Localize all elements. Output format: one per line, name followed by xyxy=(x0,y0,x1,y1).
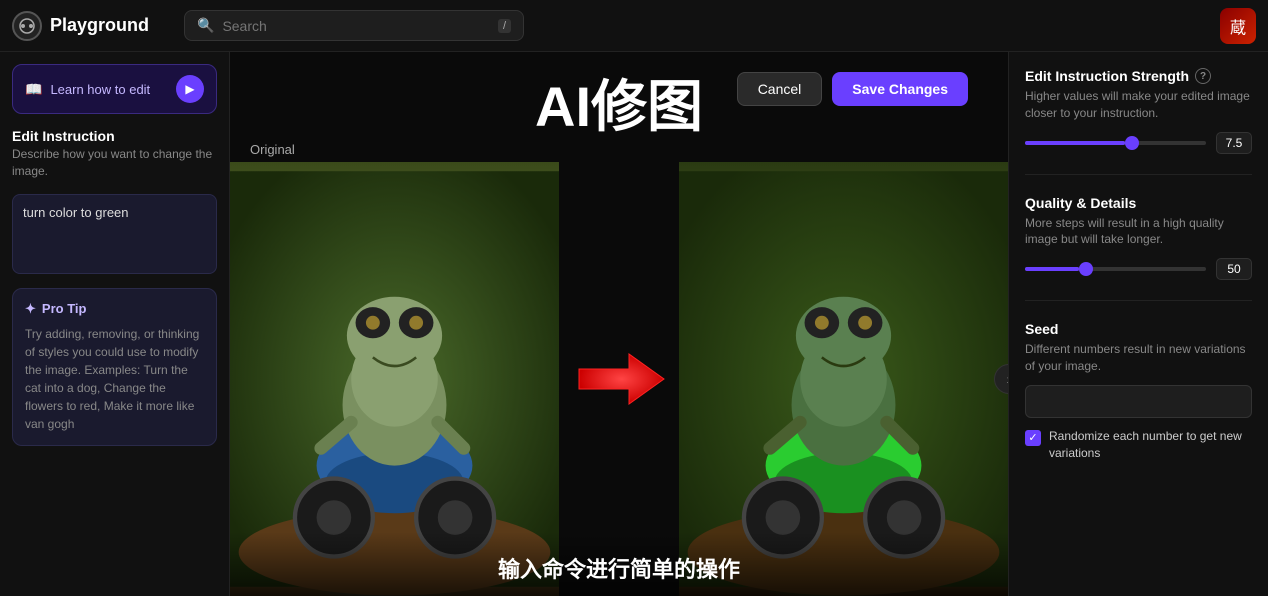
strength-slider-fill xyxy=(1025,141,1125,145)
strength-info-icon[interactable]: ? xyxy=(1195,68,1211,84)
randomize-row: ✓ Randomize each number to get new varia… xyxy=(1025,428,1252,462)
pro-tip-title: Pro Tip xyxy=(42,301,87,316)
randomize-checkbox[interactable]: ✓ xyxy=(1025,430,1041,446)
bottom-caption: 输入命令进行简单的操作 xyxy=(230,532,1008,596)
strength-slider-container: 7.5 xyxy=(1025,132,1252,154)
divider-2 xyxy=(1025,300,1252,301)
strength-value: 7.5 xyxy=(1216,132,1252,154)
search-shortcut: / xyxy=(498,19,511,33)
strength-slider-track[interactable] xyxy=(1025,141,1206,145)
strength-title: Edit Instruction Strength xyxy=(1025,68,1189,84)
book-icon: 📖 xyxy=(25,81,42,98)
edit-instruction-title: Edit Instruction xyxy=(12,128,217,144)
edit-instruction-section: Edit Instruction Describe how you want t… xyxy=(12,128,217,180)
header-right: 蔵 xyxy=(1220,8,1256,44)
action-buttons: Cancel Save Changes xyxy=(737,72,968,106)
seed-title: Seed xyxy=(1025,321,1058,337)
cancel-button[interactable]: Cancel xyxy=(737,72,823,106)
edit-instruction-desc: Describe how you want to change the imag… xyxy=(12,146,217,180)
pro-tip-box: ✦ Pro Tip Try adding, removing, or think… xyxy=(12,288,217,446)
image-area: › 输入命令进行简单的操作 xyxy=(230,162,1008,596)
seed-input[interactable] xyxy=(1025,385,1252,418)
user-avatar[interactable]: 蔵 xyxy=(1220,8,1256,44)
comparison-arrow xyxy=(559,162,679,596)
quality-slider-fill xyxy=(1025,267,1079,271)
star-icon: ✦ xyxy=(25,301,36,317)
quality-value: 50 xyxy=(1216,258,1252,280)
original-label: Original xyxy=(250,142,295,157)
original-image xyxy=(230,162,559,596)
strength-section: Edit Instruction Strength ? Higher value… xyxy=(1025,68,1252,154)
main-layout: 📖 Learn how to edit ▶ Edit Instruction D… xyxy=(0,52,1268,596)
learn-btn-label: Learn how to edit xyxy=(50,82,150,97)
edited-image xyxy=(679,162,1008,596)
logo-icon xyxy=(12,11,42,41)
play-icon: ▶ xyxy=(185,82,194,96)
search-input[interactable] xyxy=(222,18,490,34)
logo-area: Playground xyxy=(12,11,172,41)
edit-instruction-input[interactable]: turn color to green xyxy=(12,194,217,274)
learn-how-to-edit-button[interactable]: 📖 Learn how to edit ▶ xyxy=(12,64,217,114)
pro-tip-text: Try adding, removing, or thinking of sty… xyxy=(25,325,204,433)
quality-title: Quality & Details xyxy=(1025,195,1136,211)
save-changes-button[interactable]: Save Changes xyxy=(832,72,968,106)
logo-text: Playground xyxy=(50,15,149,36)
left-sidebar: 📖 Learn how to edit ▶ Edit Instruction D… xyxy=(0,52,230,596)
quality-section: Quality & Details More steps will result… xyxy=(1025,195,1252,281)
randomize-label: Randomize each number to get new variati… xyxy=(1049,428,1252,462)
header: Playground 🔍 / 蔵 xyxy=(0,0,1268,52)
quality-slider-container: 50 xyxy=(1025,258,1252,280)
search-icon: 🔍 xyxy=(197,17,214,34)
right-panel: Edit Instruction Strength ? Higher value… xyxy=(1008,52,1268,596)
quality-desc: More steps will result in a high quality… xyxy=(1025,215,1252,249)
divider-1 xyxy=(1025,174,1252,175)
quality-slider-thumb[interactable] xyxy=(1079,262,1093,276)
quality-slider-track[interactable] xyxy=(1025,267,1206,271)
seed-section: Seed Different numbers result in new var… xyxy=(1025,321,1252,461)
play-button[interactable]: ▶ xyxy=(176,75,204,103)
strength-slider-thumb[interactable] xyxy=(1125,136,1139,150)
center-content: AI修图 Cancel Save Changes Original xyxy=(230,52,1008,596)
strength-desc: Higher values will make your edited imag… xyxy=(1025,88,1252,122)
seed-desc: Different numbers result in new variatio… xyxy=(1025,341,1252,375)
search-bar[interactable]: 🔍 / xyxy=(184,10,524,41)
image-canvas: › 输入命令进行简单的操作 xyxy=(230,162,1008,596)
